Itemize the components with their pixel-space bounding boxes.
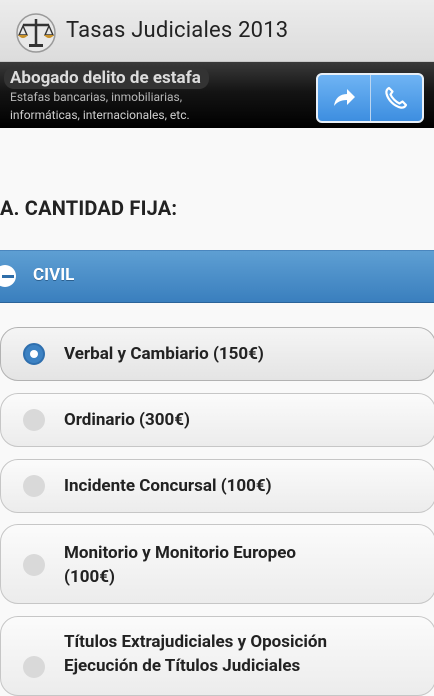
ad-description-line2: informáticas, internacionales, etc. xyxy=(10,108,190,122)
option-label: Verbal y Cambiario (150€) xyxy=(64,344,264,364)
radio-unselected-icon xyxy=(23,554,45,576)
ad-description-line1: Estafas bancarias, inmobiliarias, xyxy=(10,90,183,104)
radio-option-monitorio[interactable]: Monitorio y Monitorio Europeo (100€) xyxy=(0,524,434,604)
ad-headline-pill: Abogado delito de estafa xyxy=(4,67,209,89)
share-arrow-icon xyxy=(333,89,355,106)
radio-option-verbal[interactable]: Verbal y Cambiario (150€) xyxy=(0,327,434,381)
radio-option-ordinario[interactable]: Ordinario (300€) xyxy=(0,393,434,447)
collapsible-header-civil[interactable]: CIVIL xyxy=(0,250,434,303)
option-label-line1: Títulos Extrajudiciales y Oposición xyxy=(64,632,327,652)
scales-of-justice-icon[interactable] xyxy=(16,13,56,53)
ad-share-button[interactable] xyxy=(318,75,370,121)
action-bar: Tasas Judiciales 2013 xyxy=(0,0,434,62)
option-label-line2: (100€) xyxy=(64,567,115,587)
phone-icon xyxy=(385,86,408,109)
ad-action-buttons xyxy=(316,73,424,123)
ad-call-button[interactable] xyxy=(369,75,423,121)
radio-unselected-icon xyxy=(23,475,45,497)
collapsible-label: CIVIL xyxy=(33,265,75,285)
radio-unselected-icon xyxy=(23,409,45,431)
minus-icon xyxy=(0,265,16,287)
option-label: Incidente Concursal (100€) xyxy=(64,476,272,496)
radio-option-titulos-extrajudiciales[interactable]: Títulos Extrajudiciales y Oposición Ejec… xyxy=(0,616,434,696)
option-label-line1: Monitorio y Monitorio Europeo xyxy=(64,543,296,563)
radio-selected-icon xyxy=(23,343,45,365)
option-label-line2: Ejecución de Títulos Judiciales xyxy=(64,656,301,676)
option-label: Ordinario (300€) xyxy=(64,410,190,430)
ad-headline: Abogado delito de estafa xyxy=(10,68,201,88)
radio-unselected-icon xyxy=(23,656,45,678)
app-title: Tasas Judiciales 2013 xyxy=(66,18,289,43)
radio-option-incidente-concursal[interactable]: Incidente Concursal (100€) xyxy=(0,459,434,513)
section-title: A. CANTIDAD FIJA: xyxy=(0,196,178,220)
